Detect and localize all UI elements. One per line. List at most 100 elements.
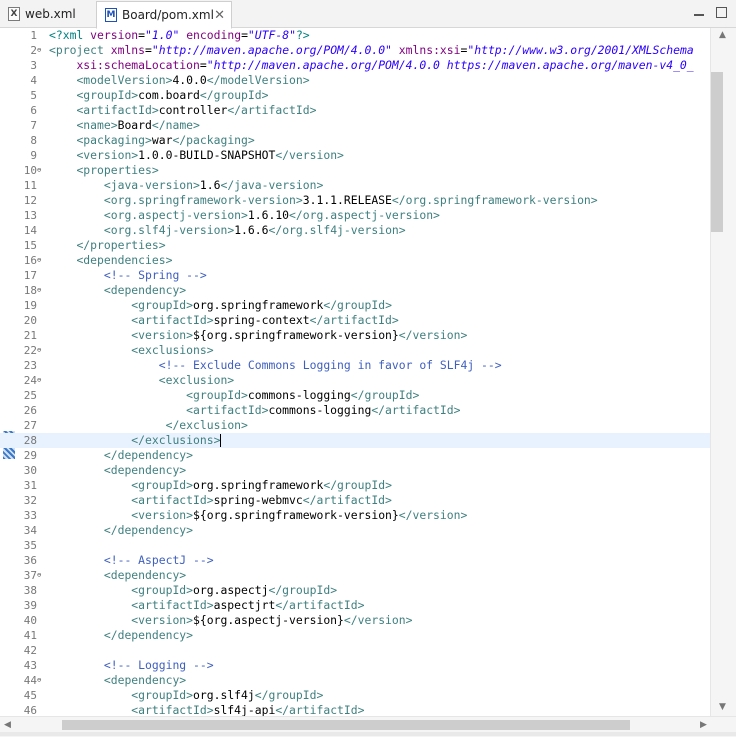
code-line[interactable]: 46 <artifactId>slf4j-api</artifactId> [0,703,710,716]
tab-pom-xml[interactable]: M Board/pom.xml ✕ [96,1,232,29]
code-line[interactable]: 27 </exclusion> [0,418,710,433]
code-line[interactable]: 18 ⊖ <dependency> [0,283,710,298]
code-token: </groupId> [268,583,338,597]
code-line[interactable]: 10 ⊖ <properties> [0,163,710,178]
close-icon[interactable]: ✕ [214,8,225,23]
fold-toggle-icon[interactable]: ⊖ [37,283,45,298]
code-line[interactable]: 23 <!-- Exclude Commons Logging in favor… [0,358,710,373]
code-line[interactable]: 41 </dependency> [0,628,710,643]
code-token: controller [158,103,228,117]
code-token: <artifactId> [186,403,269,417]
code-editor[interactable]: 1 <?xml version="1.0" encoding="UTF-8"?> 2… [0,28,710,716]
code-line[interactable]: 22 ⊖ <exclusions> [0,343,710,358]
code-line[interactable]: 28 </exclusions> [0,433,710,448]
code-text: <!-- AspectJ --> [49,553,214,568]
code-line[interactable]: 32 <artifactId>spring-webmvc</artifactId… [0,493,710,508]
line-number: 44 [23,674,37,687]
code-line[interactable]: 8 <packaging>war</packaging> [0,133,710,148]
code-token: <dependencies> [76,253,173,267]
code-line[interactable]: 43 <!-- Logging --> [0,658,710,673]
code-token: <artifactId> [131,493,214,507]
fold-toggle-icon[interactable]: ⊖ [37,43,45,58]
code-line[interactable]: 20 <artifactId>spring-context</artifactI… [0,313,710,328]
fold-toggle-icon[interactable]: ⊖ [37,163,45,178]
code-line[interactable]: 29 </dependency> [0,448,710,463]
scroll-right-icon[interactable]: ▶ [700,720,707,730]
code-line[interactable]: 31 <groupId>org.springframework</groupId… [0,478,710,493]
code-line[interactable]: 42 [0,643,710,658]
code-line[interactable]: 34 </dependency> [0,523,710,538]
maven-pom-icon: M [105,8,117,22]
code-line[interactable]: 38 <groupId>org.aspectj</groupId> [0,583,710,598]
code-token: = [138,28,146,42]
scroll-left-icon[interactable]: ◀ [4,720,11,730]
code-line[interactable]: 19 <groupId>org.springframework</groupId… [0,298,710,313]
line-number: 32 [23,494,37,507]
code-line[interactable]: 4 <modelVersion>4.0.0</modelVersion> [0,73,710,88]
code-line[interactable]: 25 <groupId>commons-logging</groupId> [0,388,710,403]
code-token: <org.slf4j-version> [103,223,235,237]
code-text: </exclusions> [49,433,222,448]
code-line[interactable]: 11 <java-version>1.6</java-version> [0,178,710,193]
code-token: Board [117,118,152,132]
code-line[interactable]: 12 <org.springframework-version>3.1.1.RE… [0,193,710,208]
code-token: <groupId> [131,298,194,312]
code-line[interactable]: 36 <!-- AspectJ --> [0,553,710,568]
fold-toggle-icon[interactable]: ⊖ [37,373,45,388]
fold-toggle-icon[interactable]: ⊖ [37,343,45,358]
code-line[interactable]: 37 ⊖ <dependency> [0,568,710,583]
fold-toggle-icon[interactable]: ⊖ [37,673,45,688]
code-line[interactable]: 21 <version>${org.springframework-versio… [0,328,710,343]
line-number: 36 [23,554,37,567]
maximize-button[interactable] [716,7,727,18]
fold-toggle-icon[interactable]: ⊖ [37,253,45,268]
code-line[interactable]: 9 <version>1.0.0-BUILD-SNAPSHOT</version… [0,148,710,163]
code-token: commons-logging [247,388,351,402]
code-text: <org.slf4j-version>1.6.6</org.slf4j-vers… [49,223,406,238]
code-text: <dependency> [49,673,186,688]
fold-toggle-icon[interactable]: ⊖ [37,568,45,583]
code-line[interactable]: 30 <dependency> [0,463,710,478]
code-token: </packaging> [172,133,255,147]
code-token: </version> [398,328,468,342]
code-line[interactable]: 35 [0,538,710,553]
line-number: 2 [30,44,37,57]
horizontal-scroll-thumb[interactable] [62,720,630,730]
code-line[interactable]: 6 <artifactId>controller</artifactId> [0,103,710,118]
code-line[interactable]: 45 <groupId>org.slf4j</groupId> [0,688,710,703]
scroll-down-icon[interactable]: ▼ [719,702,726,712]
code-line[interactable]: 7 <name>Board</name> [0,118,710,133]
scroll-up-icon[interactable]: ▲ [719,30,726,40]
code-line[interactable]: 15 </properties> [0,238,710,253]
code-line[interactable]: 13 <org.aspectj-version>1.6.10</org.aspe… [0,208,710,223]
tab-web-xml[interactable]: X web.xml [0,2,96,26]
code-line[interactable]: 5 <groupId>com.board</groupId> [0,88,710,103]
code-line[interactable]: 26 <artifactId>commons-logging</artifact… [0,403,710,418]
code-token: xsi:schemaLocation [76,58,200,72]
code-text: <org.springframework-version>3.1.1.RELEA… [49,193,598,208]
code-token: org.slf4j [193,688,255,702]
code-text: <artifactId>slf4j-api</artifactId> [49,703,364,716]
code-line[interactable]: 24 ⊖ <exclusion> [0,373,710,388]
minimize-button[interactable] [694,8,704,16]
code-line[interactable]: 1 <?xml version="1.0" encoding="UTF-8"?> [0,28,710,43]
code-line[interactable]: 2 ⊖ <project xmlns="http://maven.apache.or… [0,43,710,58]
code-line[interactable]: 16 ⊖ <dependencies> [0,253,710,268]
code-text: <!-- Logging --> [49,658,214,673]
vertical-scroll-thumb[interactable] [711,72,723,232]
code-line[interactable]: 14 <org.slf4j-version>1.6.6</org.slf4j-v… [0,223,710,238]
code-line[interactable]: 33 <version>${org.springframework-versio… [0,508,710,523]
code-token: </version> [398,508,468,522]
code-line[interactable]: 3 xsi:schemaLocation="http://maven.apach… [0,58,710,73]
code-line[interactable]: 39 <artifactId>aspectjrt</artifactId> [0,598,710,613]
code-token: <groupId> [76,88,139,102]
code-text: <exclusions> [49,343,213,358]
code-line[interactable]: 17 <!-- Spring --> [0,268,710,283]
code-line[interactable]: 44 ⊖ <dependency> [0,673,710,688]
code-line[interactable]: 40 <version>${org.aspectj-version}</vers… [0,613,710,628]
